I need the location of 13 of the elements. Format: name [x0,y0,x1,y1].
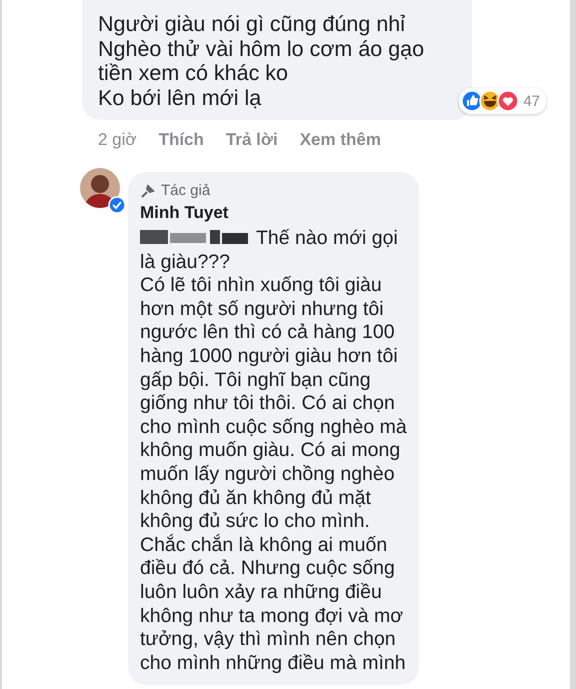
avatar[interactable] [80,168,120,208]
comment-text: Thế nào mới gọi là giàu??? Có lẽ tôi nhìn xuống tôi giàu hơn một số người nhưng tôi ngước lên thì có cả hàng 100 hàng 1000 người giàu hơn tôi gấp bội. Tôi nghĩ bạn cũng giống như tôi thôi. Có ai chọn cho mình cuộc sống nghèo mà không muốn giàu. Có ai mong muốn lấy người chồng nghèo không đủ ăn không đủ mặt không đủ sức lo cho mình. Chắc chắn là không ai muốn điều đó cả. Nhưng cuộc sống luôn luôn xảy ra những điều không như ta mong đợi và mơ tưởng, vậy thì mình nên chọn cho mình những điều mà mình [140,227,407,676]
comment-text: Người giàu nói gì cũng đúng nhỉ Nghèo thử vài hôm lo cơm áo gạo tiền xem có khác ko Ko bới lên mới lạ [98,12,426,110]
author-name[interactable]: Minh Tuyet [140,203,407,223]
heart-reaction-icon [497,90,520,112]
comment-action-link[interactable]: Thích [158,130,204,150]
like-reaction-icon [461,90,484,112]
author-label: Tác giả [161,182,210,199]
reaction-summary[interactable]: 47 [459,88,546,114]
comment-action-link[interactable]: Trả lời [226,130,278,150]
comment-action-link[interactable]: Xem thêm [300,130,381,150]
laughing-face-icon [479,90,502,112]
timestamp: 2 giờ [98,130,137,150]
